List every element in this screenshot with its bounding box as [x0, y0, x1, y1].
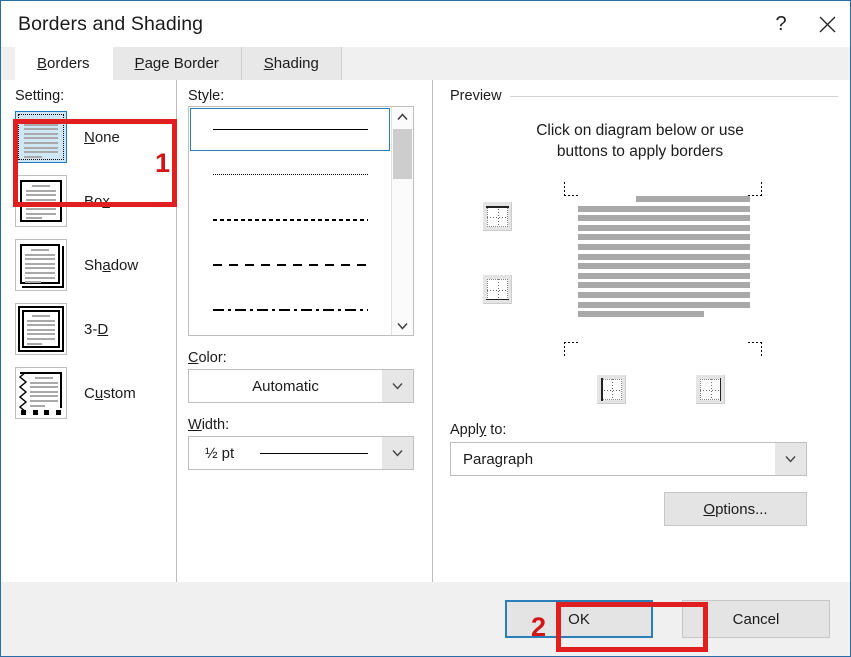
title-bar: Borders and Shading ? — [1, 1, 850, 47]
setting-item-custom-label: Custom — [84, 384, 136, 402]
preview-group-header: Preview — [450, 88, 850, 104]
tab-page-border[interactable]: Page Border — [112, 47, 242, 80]
chevron-down-icon[interactable] — [397, 316, 408, 335]
style-item-dash-dot[interactable] — [189, 287, 391, 332]
options-row: Options... — [450, 492, 807, 526]
setting-item-none-label: None — [84, 128, 120, 146]
style-listbox[interactable] — [188, 106, 414, 336]
dialog-body: Setting: None Box Shadow 3-D Custom Styl… — [1, 80, 850, 582]
preview-diagram-stage[interactable] — [450, 170, 850, 420]
corner-marker-bottom-left — [564, 340, 580, 356]
style-item-fine-dashed[interactable] — [189, 197, 391, 242]
apply-to-combobox[interactable]: Paragraph — [450, 442, 807, 476]
style-list — [189, 107, 391, 335]
apply-to-value: Paragraph — [463, 450, 534, 468]
width-line-preview — [260, 452, 368, 454]
width-value: ½ pt — [205, 444, 235, 462]
preview-section: Preview Click on diagram below or use bu… — [432, 80, 850, 582]
left-border-toggle[interactable] — [597, 375, 626, 404]
border-box-icon — [15, 175, 67, 227]
setting-section: Setting: None Box Shadow 3-D Custom — [1, 80, 176, 582]
style-scrollbar[interactable] — [391, 107, 413, 335]
chevron-down-icon[interactable] — [382, 370, 413, 402]
scrollbar-thumb[interactable] — [393, 129, 412, 179]
style-item-solid[interactable] — [190, 108, 390, 151]
border-3d-icon — [15, 303, 67, 355]
style-group-label: Style: — [188, 88, 225, 104]
corner-marker-bottom-right — [746, 340, 762, 356]
color-combobox[interactable]: Automatic — [188, 369, 414, 403]
color-label: Color: — [188, 350, 227, 366]
top-border-toggle[interactable] — [483, 202, 512, 231]
right-border-toggle[interactable] — [696, 375, 725, 404]
setting-item-box[interactable]: Box — [15, 170, 176, 232]
borders-and-shading-dialog: Borders and Shading ? Borders Page Borde… — [0, 0, 851, 657]
page-title: Borders and Shading — [18, 12, 204, 35]
preview-hint: Click on diagram below or use buttons to… — [476, 120, 804, 162]
setting-item-custom[interactable]: Custom — [15, 362, 176, 424]
title-bar-buttons: ? — [758, 1, 850, 47]
apply-to-label: Apply to: — [450, 422, 507, 438]
cancel-button[interactable]: Cancel — [682, 600, 830, 638]
style-item-dotted[interactable] — [189, 152, 391, 197]
tab-bar: Borders Page Border Shading — [1, 47, 850, 80]
preview-rule — [509, 95, 838, 97]
close-icon[interactable] — [804, 1, 850, 47]
preview-hint-line2: buttons to apply borders — [556, 143, 724, 160]
color-value: Automatic — [252, 377, 319, 395]
chevron-down-icon[interactable] — [382, 437, 413, 469]
setting-group-label: Setting: — [15, 88, 65, 104]
setting-item-box-label: Box — [84, 192, 110, 210]
width-label: Width: — [188, 417, 230, 433]
setting-item-none[interactable]: None — [15, 106, 176, 168]
border-none-icon — [15, 111, 67, 163]
tab-borders[interactable]: Borders — [15, 47, 113, 80]
style-section: Style: Color: Automatic Width: ½ pt — [176, 80, 432, 582]
preview-group-label: Preview — [450, 88, 502, 104]
setting-item-shadow-label: Shadow — [84, 256, 139, 274]
ok-button[interactable]: OK — [505, 600, 653, 638]
paragraph-diagram[interactable] — [578, 196, 750, 341]
preview-hint-line1: Click on diagram below or use — [536, 122, 744, 139]
tab-shading[interactable]: Shading — [241, 47, 342, 80]
dialog-footer: OK Cancel — [1, 582, 850, 656]
chevron-down-icon[interactable] — [775, 443, 806, 475]
setting-item-shadow[interactable]: Shadow — [15, 234, 176, 296]
setting-item-3d-label: 3-D — [84, 320, 109, 338]
setting-item-3d[interactable]: 3-D — [15, 298, 176, 360]
help-icon[interactable]: ? — [758, 1, 804, 47]
width-combobox[interactable]: ½ pt — [188, 436, 414, 470]
chevron-up-icon[interactable] — [397, 107, 408, 126]
bottom-border-toggle[interactable] — [483, 275, 512, 304]
options-button[interactable]: Options... — [664, 492, 807, 526]
border-shadow-icon — [15, 239, 67, 291]
border-custom-icon — [15, 367, 67, 419]
style-item-dashed[interactable] — [189, 242, 391, 287]
